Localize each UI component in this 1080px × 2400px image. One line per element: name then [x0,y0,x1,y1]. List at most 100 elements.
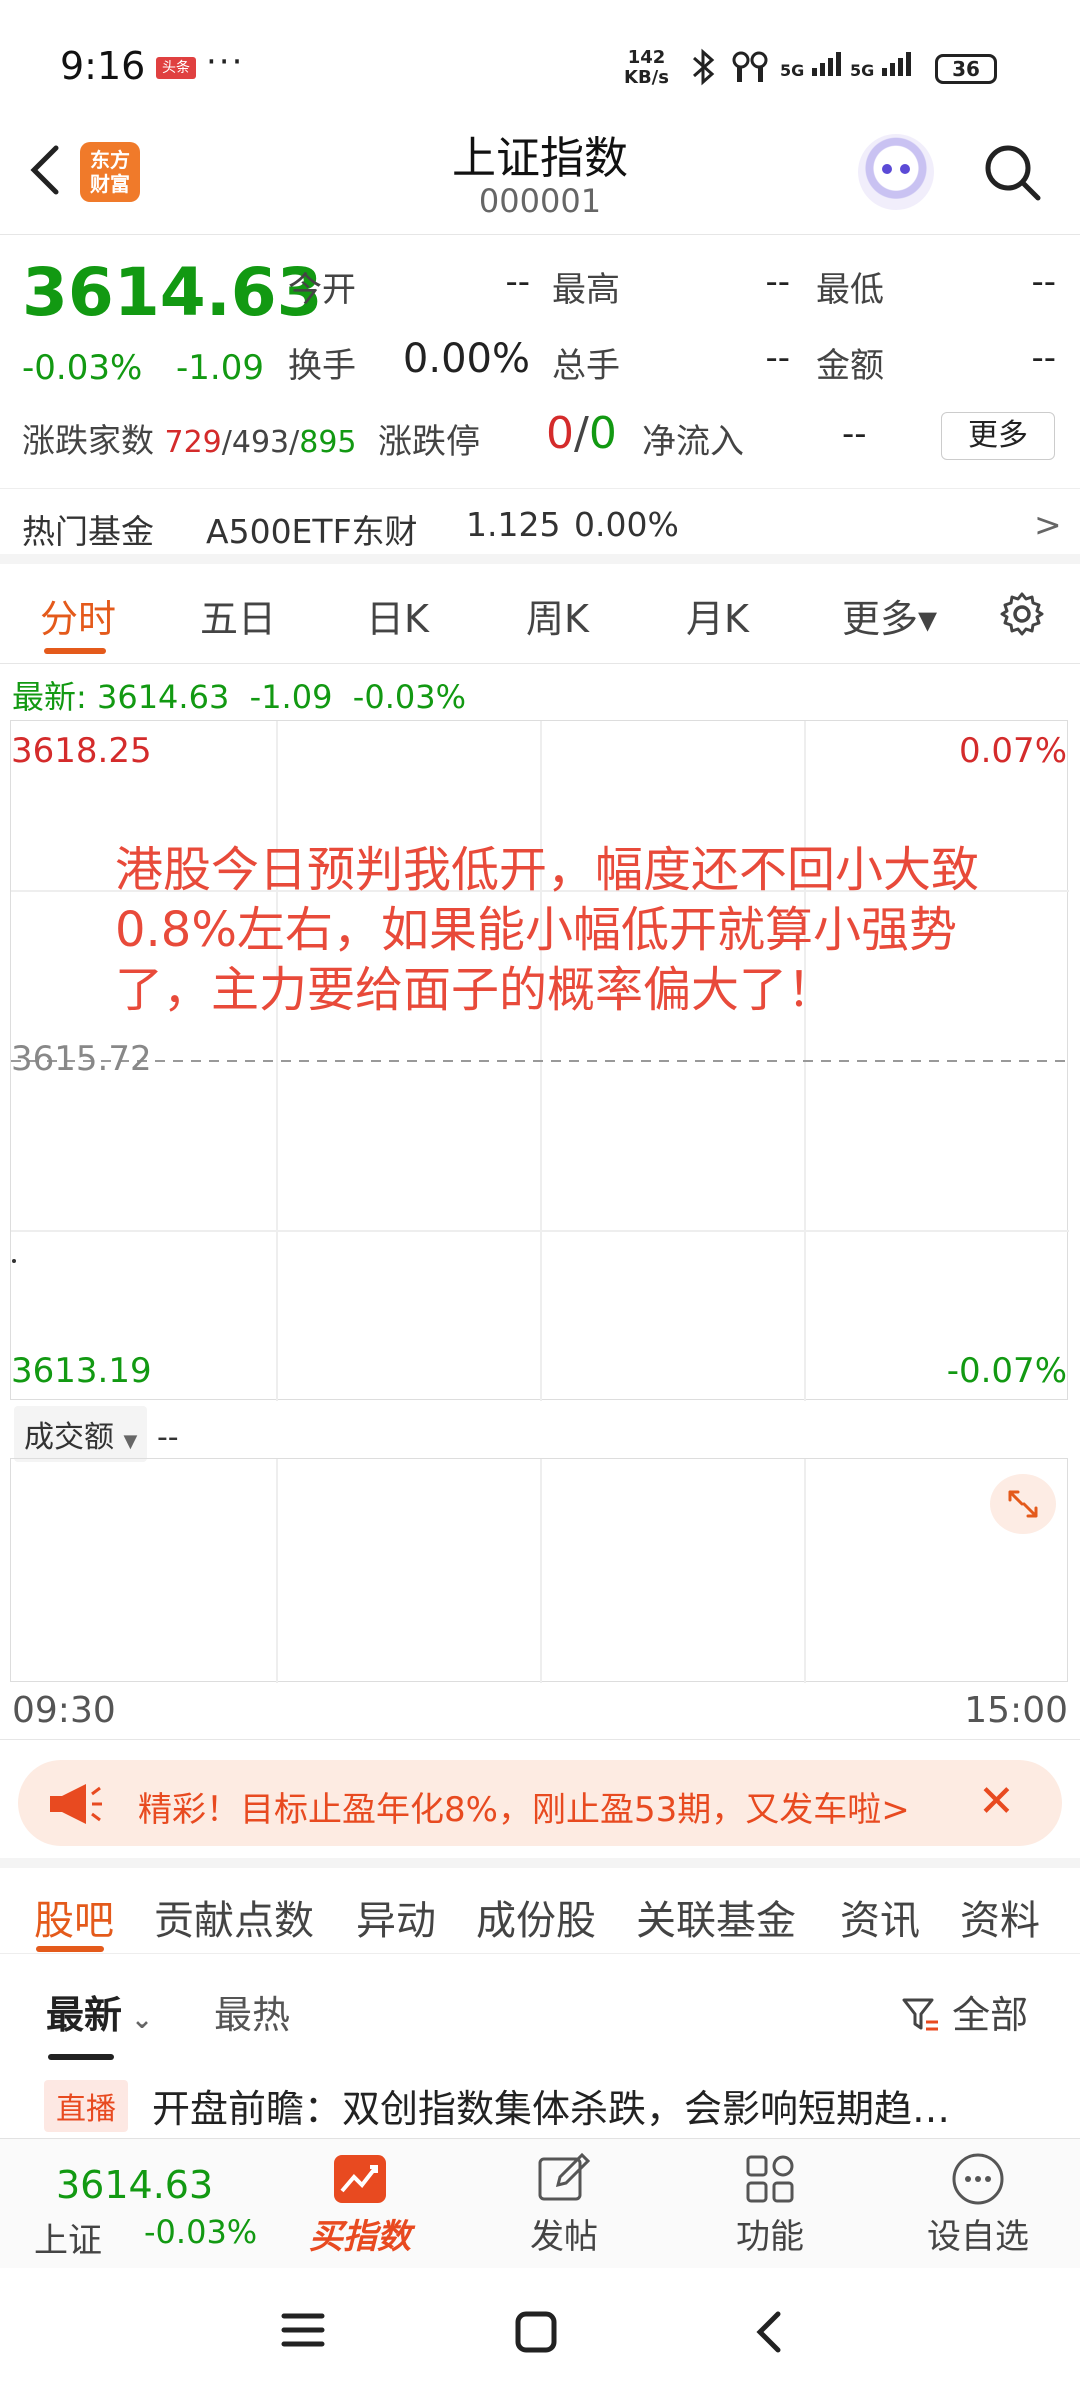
news-headline: 开盘前瞻：双创指数集体杀跌，会影响短期趋… [152,2087,951,2131]
post-label: 发帖 [530,2217,598,2257]
period-tabs: 分时 五日 日K 周K 月K 更多▾ [0,568,1080,664]
net-speed: 142 KB/s [624,48,669,88]
hot-fund-change: 0.00% [574,505,679,544]
latest-change: -1.09 [249,678,333,716]
status-time: 9:16 [60,44,146,88]
tab-movement[interactable]: 异动 [356,1888,436,1946]
assistant-robot-icon[interactable] [858,134,934,210]
limit-up-count: 0 [546,408,574,459]
change-abs: -1.09 [176,348,264,388]
tab-five-day[interactable]: 五日 [200,588,276,643]
battery-level: 36 [952,57,980,81]
flat-count: 493 [231,425,290,460]
tab-more[interactable]: 更多▾ [842,588,937,643]
time-end: 15:00 [964,1690,1068,1731]
home-icon[interactable] [514,2310,558,2358]
volume-label: 总手 [552,346,620,386]
add-watchlist-label: 设自选 [927,2217,1029,2257]
battery-icon: 36 [935,54,997,84]
buy-index-button[interactable]: 买指数 [290,2147,430,2263]
volume-header: 成交额 ▼ -- [14,1406,179,1462]
pct-min-label: -0.07% [946,1351,1067,1391]
filter-icon [902,1998,938,2031]
post-button[interactable]: 发帖 [494,2147,634,2263]
amount-value: -- [1031,338,1056,378]
functions-label: 功能 [736,2217,804,2257]
pct-max-label: 0.07% [958,731,1067,771]
time-start: 09:30 [12,1690,116,1731]
tab-constituents[interactable]: 成份股 [476,1888,596,1946]
live-tag: 直播 [44,2080,128,2132]
sim1-label: 5G [780,61,805,80]
grid-icon [742,2151,798,2207]
chevron-right-icon: > [1034,505,1062,544]
sort-hottest[interactable]: 最热 [214,1984,290,2039]
hot-fund-row[interactable]: 热门基金 A500ETF东财 1.125 0.00% > [0,488,1080,564]
search-icon[interactable] [982,142,1041,201]
earbuds-icon [730,48,770,93]
hot-fund-name: A500ETF东财 [206,512,418,551]
hot-fund-price: 1.125 [466,505,561,544]
gear-icon[interactable] [998,590,1044,636]
promo-text: 精彩！目标止盈年化8%，刚止盈53期，又发车啦> [138,1790,910,1830]
add-watchlist-button[interactable]: 设自选 [908,2147,1048,2263]
volume-chart[interactable] [10,1458,1068,1683]
turnover-value: 0.00% [402,336,530,382]
functions-button[interactable]: 功能 [700,2147,840,2263]
sort-tabs: 最新 ⌄ 最热 全部 [0,1960,1080,2060]
net-speed-value: 142 [627,47,666,68]
latest-price: 3614.63 [96,678,230,716]
turnover-label: 换手 [288,346,356,386]
active-tab-indicator [44,648,106,654]
quote-summary: 3614.63 -0.03% -1.09 今开 -- 最高 -- 最低 -- 换… [0,236,1080,486]
toolbar-price: 3614.63 [56,2163,214,2207]
open-label: 今开 [288,270,356,310]
expand-icon[interactable] [990,1474,1056,1534]
nav-back-icon[interactable] [748,2308,788,2360]
toolbar-change: -0.03% [144,2213,258,2251]
sort-latest[interactable]: 最新 ⌄ [46,1984,153,2039]
status-bar: 9:16 头条 ··· 142 KB/s 5G 5G 36 [0,0,1080,110]
latest-quote-line: 最新: 3614.63 -1.09 -0.03% [12,672,466,718]
news-tabs: 股吧 贡献点数 异动 成份股 关联基金 资讯 资料 [0,1858,1080,1954]
counts-label: 涨跌家数 [22,421,154,460]
open-value: -- [505,262,530,302]
news-item[interactable]: 直播 开盘前瞻：双创指数集体杀跌，会影响短期趋… [0,2074,1080,2134]
toolbar-index-name: 上证 [34,2221,102,2261]
tab-news[interactable]: 资讯 [840,1888,920,1946]
current-price: 3614.63 [22,254,323,331]
tab-contribution[interactable]: 贡献点数 [154,1888,314,1946]
more-button[interactable]: 更多 [941,412,1055,460]
tab-guba[interactable]: 股吧 [34,1888,114,1946]
latest-label: 最新: [12,678,87,716]
tab-weekly-k[interactable]: 周K [526,588,589,643]
low-label: 最低 [816,270,884,310]
bluetooth-icon [686,48,720,93]
y-max-label: 3618.25 [11,731,152,771]
latest-pct: -0.03% [352,678,466,716]
more-notifications-icon: ··· [206,42,245,82]
close-icon[interactable]: ✕ [978,1776,1015,1827]
menu-icon[interactable] [280,2310,326,2354]
more-circle-icon [950,2151,1006,2207]
tab-profile[interactable]: 资料 [960,1888,1040,1946]
sim1-signal: 5G [780,50,846,80]
amount-label: 金额 [816,346,884,386]
promo-banner[interactable]: 精彩！目标止盈年化8%，刚止盈53期，又发车啦> ✕ [18,1760,1062,1846]
tab-daily-k[interactable]: 日K [366,588,429,643]
volume-value: -- [765,338,790,378]
change-pct: -0.03% [22,348,143,388]
sim2-signal: 5G [850,50,916,80]
volume-selector[interactable]: 成交额 ▼ [14,1406,148,1462]
tab-intraday[interactable]: 分时 [40,588,116,643]
filter-button[interactable]: 全部 [900,1984,1028,2039]
limit-down-count: 0 [588,408,617,459]
tab-related-funds[interactable]: 关联基金 [636,1888,796,1946]
intraday-chart[interactable]: 3618.25 3615.72 3613.19 0.07% -0.07% [10,720,1069,1401]
hot-fund-label: 热门基金 [22,512,154,551]
high-label: 最高 [552,270,620,310]
tab-monthly-k[interactable]: 月K [686,588,749,643]
y-min-label: 3613.19 [11,1351,152,1391]
limit-counts: 0/0 [546,408,617,459]
buy-index-label: 买指数 [309,2217,411,2257]
